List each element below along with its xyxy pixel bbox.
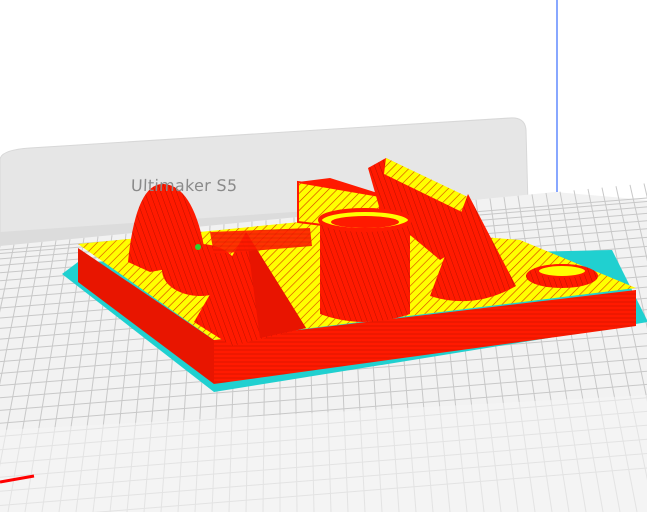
layer-view-viewport[interactable]: Ultimaker S5 [0, 0, 647, 517]
cylinder-top-inner [331, 216, 399, 228]
travel-marker [195, 244, 201, 250]
scene-svg[interactable] [0, 0, 647, 517]
small-dome-top [537, 264, 587, 278]
cylinder [320, 220, 410, 322]
printer-model-label: Ultimaker S5 [130, 176, 238, 195]
